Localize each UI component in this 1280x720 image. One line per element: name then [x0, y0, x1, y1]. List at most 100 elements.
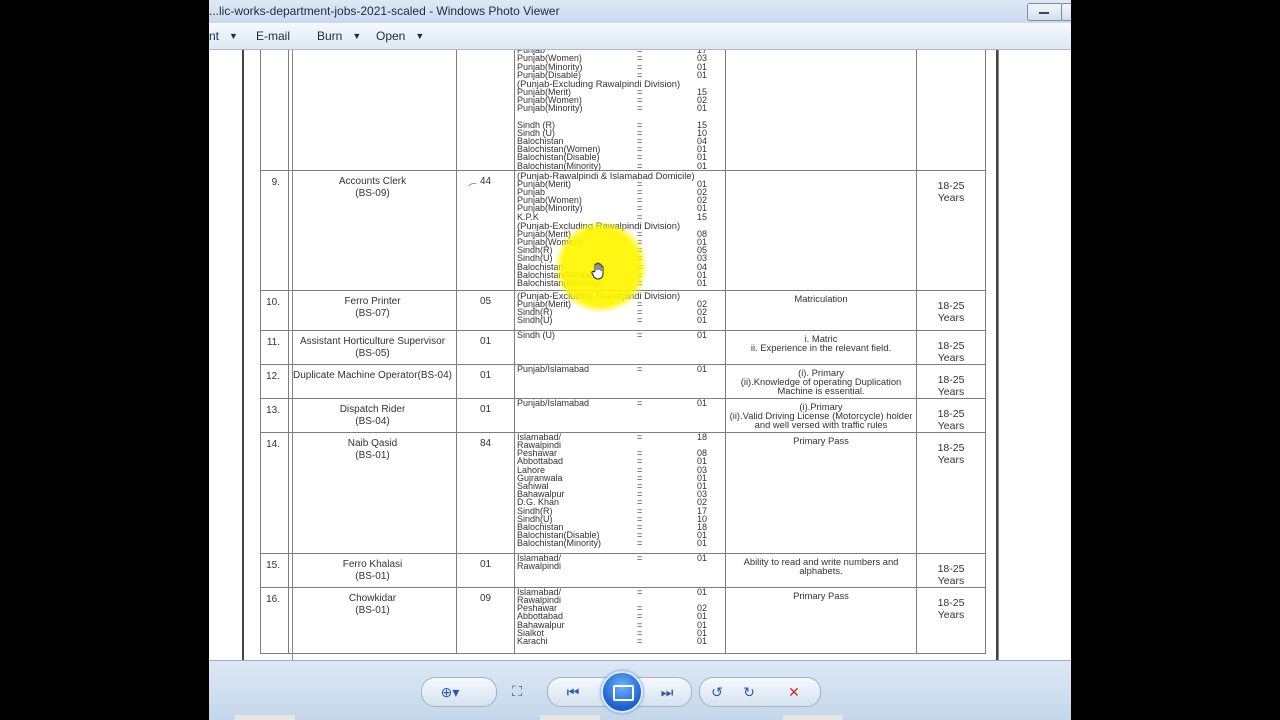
table-row: 15. Ferro Khalasi (BS-01) 01 Islamabad/= 01 Ra… — [260, 552, 986, 588]
menu-print[interactable]: nt ▼ — [209, 29, 238, 43]
quota-count: 01 — [697, 277, 708, 288]
age-cell: 18-25 Years — [916, 552, 986, 588]
age-text: 18-25 — [937, 373, 965, 386]
quota-equals: = — [637, 398, 643, 408]
quota-region: Punjab(Disable) — [517, 69, 582, 80]
quota-equals: = — [637, 315, 643, 326]
zoom-group: ⊕▾ — [421, 677, 497, 707]
qualification-line: Machine is essential. — [777, 384, 865, 396]
quota-equals: = — [637, 587, 643, 597]
chevron-down-icon: ▼ — [415, 31, 425, 41]
quota-line: Punjab/Islamabad = 01 — [517, 365, 725, 373]
actual-size-button[interactable]: ⛶ — [502, 677, 532, 705]
post-cell: Assistant Horticulture Supervisor (BS-05) — [288, 329, 457, 365]
post-grade: (BS-05) — [355, 347, 390, 359]
quota-region: Punjab/Islamabad — [517, 364, 590, 374]
post-grade: (BS-01) — [355, 570, 390, 582]
qualification-cell — [725, 50, 917, 171]
qualification-cell: Primary Pass — [725, 586, 917, 654]
age-text: 18-25 — [937, 596, 965, 609]
quota-count: 01 — [697, 364, 708, 374]
quota-line: Sindh(U) = 01 — [517, 315, 725, 326]
quota-line: Karachi = 01 — [517, 635, 725, 646]
age-text: 18-25 — [937, 299, 965, 312]
post-cell: Chowkidar (BS-01) — [288, 586, 457, 654]
bottom-toolbar: ⊕▾ ⛶ ⏮ ⏭ ↺ ↻ ✕ — [209, 660, 1071, 720]
slideshow-icon — [613, 685, 634, 701]
qualification-line: and well versed with traffic rules — [754, 418, 888, 430]
quota-count: 01 — [697, 160, 708, 171]
serial-cell — [260, 50, 289, 171]
previous-button[interactable]: ⏮ — [558, 678, 588, 706]
post-grade: (BS-09) — [355, 187, 390, 199]
post-name: Chowkidar — [348, 592, 397, 604]
window-title: ...lic-works-department-jobs-2021-scaled… — [209, 4, 560, 18]
rotate-counterclockwise-button[interactable]: ↺ — [702, 678, 732, 706]
zoom-button[interactable]: ⊕▾ — [432, 678, 468, 706]
rotate-clockwise-button[interactable]: ↻ — [734, 678, 764, 706]
minimize-button[interactable] — [1027, 3, 1063, 21]
quota-count: 01 — [697, 103, 708, 114]
quota-region: Sindh (U) — [517, 330, 556, 340]
serial-cell: 13. — [260, 397, 289, 433]
post-cell: Naib Qasid (BS-01) — [288, 431, 457, 554]
age-cell: Years — [916, 50, 986, 171]
age-cell: 18-25 Years — [916, 169, 986, 291]
quota-region: Punjab/Islamabad — [517, 398, 590, 408]
age-cell: 18-25 Years — [916, 363, 986, 399]
post-cell: (BS-09) — [288, 50, 457, 171]
rotate-left-icon: ↺ — [711, 683, 723, 700]
age-text: Years — [937, 574, 965, 587]
quota-cell: (Punjab-Rawalpindi & Islamabad Domicile)… — [514, 169, 726, 291]
quota-region: Karachi — [517, 635, 548, 646]
qualification-line: Matriculation — [794, 292, 848, 304]
post-name: Assistant Horticulture Supervisor — [299, 335, 446, 347]
qualification-cell — [725, 169, 917, 291]
quota-line: Sialkot = 01 — [517, 628, 725, 637]
menu-open[interactable]: Open ▼ — [376, 29, 424, 43]
quota-region: Rawalpindi — [517, 561, 562, 571]
quota-region: K.P.K — [517, 211, 539, 222]
quota-line: Balochistan(Minority) = 01 — [517, 277, 725, 288]
table-row: 16. Chowkidar (BS-01) 09 Islamabad/= 01 Rawalp… — [260, 586, 986, 654]
next-button[interactable]: ⏭ — [652, 678, 682, 706]
quota-line: Punjab(Disable) = 01 — [517, 69, 725, 80]
quota-region: Balochistan(Minority) — [517, 277, 602, 288]
quota-cell: Punjab/Islamabad = 01 — [514, 397, 726, 433]
quota-line: Rawalpindi — [517, 561, 725, 571]
qualification-cell: (i).Primary (ii).Valid Driving License (M… — [725, 397, 917, 433]
age-text: 18-25 — [937, 179, 965, 192]
quota-equals: = — [637, 432, 643, 442]
maximize-button[interactable] — [1061, 3, 1071, 21]
age-cell: 18-25 Years — [916, 431, 986, 554]
age-cell: 18-25 Years — [916, 397, 986, 433]
table-clip: (BS-09) (Punjab-Rawalpindi & Islamabad Do… — [0, 50, 1280, 660]
age-text: Years — [937, 191, 965, 204]
posts-count-cell — [456, 50, 515, 171]
quota-equals: = — [637, 538, 643, 549]
post-cell: Dispatch Rider (BS-04) — [288, 397, 457, 433]
menu-email[interactable]: E-mail — [256, 29, 290, 43]
quota-equals: = — [637, 160, 643, 171]
minimize-icon — [1039, 12, 1049, 14]
post-name: Dispatch Rider — [339, 403, 406, 415]
menu-burn-label: Burn — [317, 29, 343, 43]
serial-cell: 10. — [260, 289, 289, 331]
chevron-down-icon: ▼ — [229, 31, 238, 41]
quota-line: Punjab(Minority) = 01 — [517, 103, 725, 114]
quota-equals: = — [637, 103, 643, 114]
menu-print-label: nt — [209, 29, 220, 43]
quota-line: Punjab(Merit) = 01 — [517, 179, 725, 188]
post-grade: (BS-01) — [355, 449, 390, 461]
qualification-cell: Primary Pass — [725, 431, 917, 554]
quota-count: 01 — [697, 398, 708, 408]
post-name: Ferro Printer — [344, 295, 401, 307]
age-cell: 18-25 Years — [916, 586, 986, 654]
table-row: 11. Assistant Horticulture Supervisor (BS-… — [260, 329, 986, 365]
quota-count: 01 — [697, 315, 708, 326]
serial-cell: 9. — [260, 169, 289, 291]
slideshow-button[interactable] — [601, 671, 643, 713]
menu-burn[interactable]: Burn ▼ — [317, 29, 361, 43]
delete-button[interactable]: ✕ — [779, 678, 809, 706]
quota-line: K.P.K = 15 — [517, 211, 725, 222]
